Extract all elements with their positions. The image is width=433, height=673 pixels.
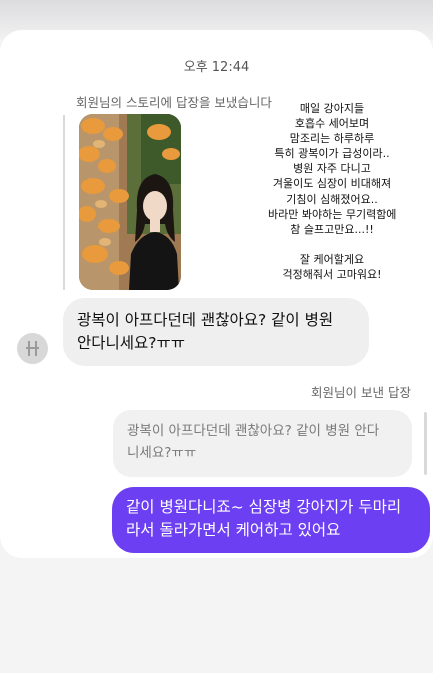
story-thumbnail[interactable] (79, 114, 181, 290)
sender-avatar[interactable] (17, 333, 48, 364)
story-text-line: 특히 광복이가 급성이라.. (274, 147, 390, 161)
story-reply-caption: 회원님의 스토리에 답장을 보냈습니다 (76, 95, 272, 110)
story-text-spacer (268, 237, 396, 252)
story-text-line: 겨울이도 심장이 비대해져 (272, 177, 392, 191)
story-text-line: 걱정해줘서 고마워요! (282, 267, 382, 281)
avatar-placeholder-bar (26, 347, 39, 349)
story-text-line: 바라만 봐야하는 무기력함에 (268, 207, 397, 221)
quoted-message-line: 니세요?ㅠㅠ (127, 445, 197, 461)
received-message-line: 광복이 아프다던데 괜찮아요? 같이 병원 (77, 311, 334, 329)
story-text-line: 병원 자주 다니고 (293, 162, 371, 176)
story-text-line: 호흡수 세어보며 (294, 117, 370, 131)
sent-message-bubble[interactable]: 같이 병원다니죠~ 심장병 강아지가 두마리 라서 돌라가면서 케어하고 있어요 (112, 487, 430, 553)
story-text-line: 맘조리는 하루하루 (289, 132, 375, 146)
quoted-message-line: 광복이 아프다던데 괜찮아요? 같이 병원 안다 (127, 423, 380, 439)
quote-indicator-bar (424, 412, 427, 475)
received-message-bubble[interactable]: 광복이 아프다던데 괜찮아요? 같이 병원 안다니세요?ㅠㅠ (63, 298, 369, 366)
story-text-line: 매일 강아지들 (299, 102, 365, 115)
story-text-line: 잘 케어할게요 (299, 252, 365, 266)
message-timestamp: 오후 12:44 (183, 60, 250, 75)
story-quote-line (63, 115, 65, 290)
bottom-area (0, 558, 433, 673)
reply-label: 회원님이 보낸 답장 (311, 385, 411, 400)
story-text-line: 참 슬프고만요...!! (290, 222, 374, 236)
sent-message-line: 같이 병원다니죠~ 심장병 강아지가 두마리 (126, 498, 402, 516)
received-message-line: 안다니세요?ㅠㅠ (77, 334, 186, 352)
story-text-overlay: 매일 강아지들 호흡수 세어보며 맘조리는 하루하루 특히 광복이가 급성이라.… (268, 101, 396, 282)
story-text-line: 기침이 심해졌어요.. (286, 192, 378, 206)
sent-message-line: 라서 돌라가면서 케어하고 있어요 (126, 521, 341, 539)
quoted-message-bubble[interactable]: 광복이 아프다던데 괜찮아요? 같이 병원 안다 니세요?ㅠㅠ (113, 410, 412, 477)
